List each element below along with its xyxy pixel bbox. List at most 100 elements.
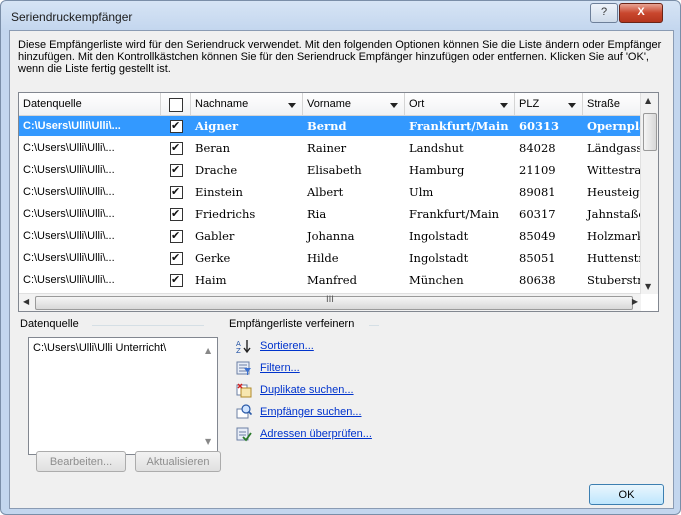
window-title: Seriendruckempfänger (11, 10, 133, 24)
cell-nachname: Einstein (195, 185, 243, 199)
dialog-client-area: Diese Empfängerliste wird für den Serien… (9, 30, 674, 509)
scroll-down-icon[interactable]: ▼ (205, 437, 211, 446)
column-header-datenquelle[interactable]: Datenquelle (19, 93, 161, 115)
vertical-scroll-thumb[interactable] (643, 113, 657, 151)
filter-link[interactable]: Filtern... (260, 362, 300, 374)
cell-vorname: Rainer (307, 141, 347, 155)
cell-ort: Hamburg (409, 163, 465, 177)
cell-datenquelle: C:\Users\Ulli\Ulli\... (19, 116, 161, 136)
table-row[interactable]: C:\Users\Ulli\Ulli\... Gerke Hilde Ingolsta… (19, 248, 658, 268)
cell-vorname: Bernd (307, 119, 347, 133)
cell-datenquelle: C:\Users\Ulli\Ulli\... (23, 274, 115, 286)
cell-nachname: Gerke (195, 251, 231, 265)
recipient-checkbox[interactable] (170, 273, 183, 287)
recipient-checkbox[interactable] (170, 251, 183, 265)
cell-vorname: Ria (307, 207, 327, 221)
table-row[interactable]: C:\Users\Ulli\Ulli\... Aigner Bernd Frankfu… (19, 116, 658, 136)
divider (369, 325, 379, 326)
cell-nachname: Beran (195, 141, 231, 155)
dropdown-arrow-icon[interactable] (390, 103, 398, 108)
table-row[interactable]: C:\Users\Ulli\Ulli\... Beran Rainer Landshu… (19, 138, 658, 158)
recipient-checkbox[interactable] (170, 185, 183, 199)
find-duplicates-link[interactable]: Duplikate suchen... (260, 384, 354, 396)
datasource-list-item[interactable]: C:\Users\Ulli\Ulli Unterricht\ (33, 342, 193, 354)
cell-nachname: Aigner (195, 119, 239, 133)
find-recipient-link[interactable]: Empfänger suchen... (260, 406, 362, 418)
sort-link[interactable]: Sortieren... (260, 340, 314, 352)
column-label: Straße (587, 98, 621, 110)
cell-strasse: Opernplatz 4 (587, 119, 641, 133)
column-header-ort[interactable]: Ort (405, 93, 515, 115)
cell-plz: 85051 (519, 251, 556, 265)
table-row[interactable]: C:\Users\Ulli\Ulli\... Einstein Albert Ulm 8… (19, 182, 658, 202)
cell-vorname: Johanna (307, 229, 355, 243)
select-all-checkbox[interactable] (169, 98, 183, 112)
table-header: Datenquelle Nachname Vorname Ort PLZ Str… (19, 93, 658, 116)
column-header-checkbox[interactable] (161, 93, 191, 115)
scroll-up-icon[interactable]: ▲ (645, 96, 651, 105)
cell-ort: Frankfurt/Main (409, 207, 500, 221)
table-row[interactable]: C:\Users\Ulli\Ulli\... Haim Manfred München… (19, 270, 658, 290)
datasource-list[interactable]: C:\Users\Ulli\Ulli Unterricht\ ▲ ▼ (28, 337, 218, 455)
title-bar[interactable]: Seriendruckempfänger ? X (1, 1, 680, 29)
column-header-nachname[interactable]: Nachname (191, 93, 303, 115)
cell-strasse: Jahnstaße 22 (587, 207, 641, 221)
validate-addresses-icon (236, 427, 252, 442)
recipient-checkbox[interactable] (170, 141, 183, 155)
recipient-checkbox[interactable] (170, 229, 183, 243)
scroll-down-icon[interactable]: ▼ (645, 282, 651, 291)
recipient-checkbox[interactable] (170, 163, 183, 177)
cell-strasse: Wittestraße 1 (587, 163, 641, 177)
datasource-label: Datenquelle (20, 318, 79, 330)
edit-button[interactable]: Bearbeiten... (36, 451, 126, 472)
divider (92, 325, 204, 326)
cell-ort: Ingolstadt (409, 251, 469, 265)
dropdown-arrow-icon[interactable] (568, 103, 576, 108)
validate-addresses-link[interactable]: Adressen überprüfen... (260, 428, 372, 440)
table-row[interactable]: C:\Users\Ulli\Ulli\... Friedrichs Ria Frank… (19, 204, 658, 224)
table-row[interactable]: C:\Users\Ulli\Ulli\... Drache Elisabeth Ham… (19, 160, 658, 180)
recipient-checkbox[interactable] (170, 207, 183, 221)
cell-vorname: Manfred (307, 273, 357, 287)
cell-datenquelle: C:\Users\Ulli\Ulli\... (23, 164, 115, 176)
cell-nachname: Friedrichs (195, 207, 256, 221)
cell-plz: 60313 (519, 119, 560, 133)
help-button[interactable]: ? (590, 3, 618, 23)
cell-strasse: Huttenstraße (587, 251, 641, 265)
horizontal-scrollbar[interactable]: ◀ III ▶ (19, 293, 641, 311)
dropdown-arrow-icon[interactable] (500, 103, 508, 108)
column-header-strasse[interactable]: Straße (583, 93, 643, 115)
filter-icon (236, 361, 251, 375)
description-text: Diese Empfängerliste wird für den Serien… (18, 39, 662, 75)
scroll-up-icon[interactable]: ▲ (205, 346, 211, 355)
dialog-window: Seriendruckempfänger ? X Diese Empfänger… (0, 0, 681, 515)
scroll-grip: III (326, 295, 334, 305)
recipient-checkbox[interactable] (170, 119, 183, 133)
cell-datenquelle: C:\Users\Ulli\Ulli\... (23, 142, 115, 154)
cell-plz: 85049 (519, 229, 556, 243)
table-row[interactable]: C:\Users\Ulli\Ulli\... Gabler Johanna Ingol… (19, 226, 658, 246)
column-label: Nachname (195, 98, 249, 110)
cell-strasse: Holzmarkt 4 (587, 229, 641, 243)
scroll-right-icon[interactable]: ▶ (632, 297, 638, 306)
cell-nachname: Haim (195, 273, 227, 287)
cell-datenquelle: C:\Users\Ulli\Ulli\... (23, 252, 115, 264)
cell-nachname: Gabler (195, 229, 235, 243)
ok-button[interactable]: OK (589, 484, 664, 505)
cell-ort: Ingolstadt (409, 229, 469, 243)
column-label: Ort (409, 98, 425, 110)
horizontal-scroll-thumb[interactable]: III (35, 295, 633, 310)
dropdown-arrow-icon[interactable] (288, 103, 296, 108)
cell-plz: 21109 (519, 163, 556, 177)
vertical-scrollbar[interactable]: ▲ ▼ (640, 93, 658, 294)
recipient-table[interactable]: Datenquelle Nachname Vorname Ort PLZ Str… (18, 92, 659, 312)
cell-vorname: Elisabeth (307, 163, 362, 177)
refine-label: Empfängerliste verfeinern (229, 318, 355, 330)
close-button[interactable]: X (619, 3, 663, 23)
column-header-plz[interactable]: PLZ (515, 93, 583, 115)
column-header-vorname[interactable]: Vorname (303, 93, 405, 115)
refresh-button[interactable]: Aktualisieren (135, 451, 221, 472)
scroll-left-icon[interactable]: ◀ (23, 297, 29, 306)
sort-az-icon: A Z (236, 340, 251, 354)
cell-plz: 84028 (519, 141, 556, 155)
